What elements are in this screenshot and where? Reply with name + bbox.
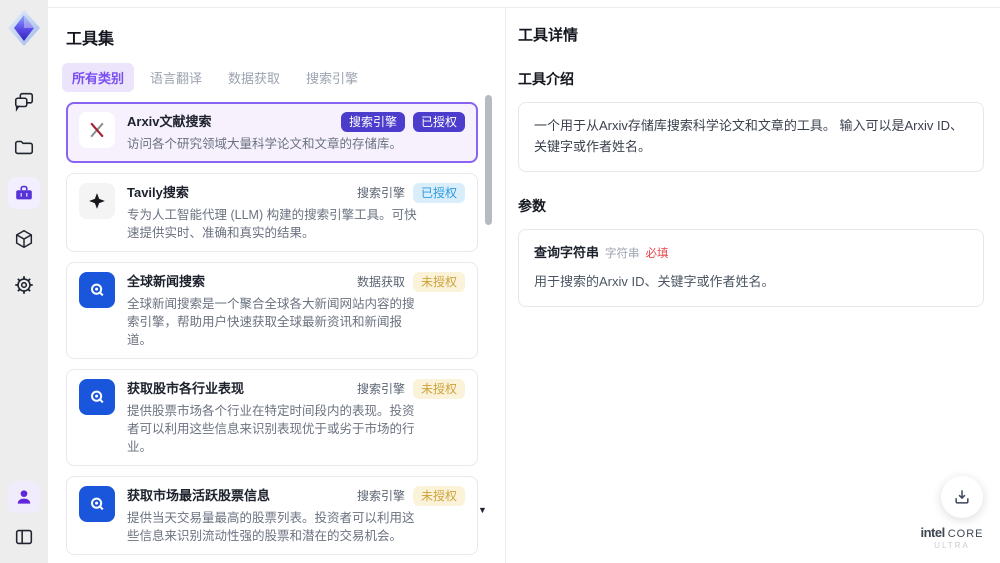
sidebar-item-files[interactable] xyxy=(8,131,40,163)
tool-name: Arxiv文献搜索 xyxy=(127,114,212,129)
category-badge: 搜索引擎 xyxy=(356,489,405,503)
intro-heading: 工具介绍 xyxy=(518,71,574,87)
brand-core-text: CORE xyxy=(947,527,984,540)
params-heading: 参数 xyxy=(518,197,546,214)
cube-icon xyxy=(13,228,35,250)
tool-description: 访问各个研究领域大量科学论文和文章的存储库。 xyxy=(127,137,403,151)
page-title: 工具集 xyxy=(66,31,115,48)
download-icon xyxy=(952,487,972,507)
tool-card-arxiv[interactable]: Arxiv文献搜索 搜索引擎 已授权 访问各个研究领域大量科学论文和文章的存储库… xyxy=(66,102,478,163)
auth-status-badge: 已授权 xyxy=(412,183,465,203)
tool-card-global-news[interactable]: 全球新闻搜索 数据获取 未授权 全球新闻搜索是一个聚合全球各大新闻网站内容的搜索… xyxy=(66,262,478,359)
category-badge: 搜索引擎 xyxy=(340,112,405,132)
tool-card-sector-performance[interactable]: 获取股市各行业表现 搜索引擎 未授权 提供股票市场各个行业在特定时间段内的表现。… xyxy=(66,369,478,466)
auth-status-badge: 未授权 xyxy=(412,486,465,506)
intel-core-logo: intel CORE ULTRA xyxy=(916,524,988,551)
tool-card-list: Arxiv文献搜索 搜索引擎 已授权 访问各个研究领域大量科学论文和文章的存储库… xyxy=(66,102,478,563)
tool-description: 提供当天交易量最高的股票列表。投资者可以利用这些信息来识别流动性强的股票和潜在的… xyxy=(127,511,415,543)
param-type: 字符串 xyxy=(605,247,640,260)
param-box: 查询字符串 字符串 必填 用于搜索的Arxiv ID、关键字或作者姓名。 xyxy=(518,228,984,308)
tab-language-translation[interactable]: 语言翻译 xyxy=(140,63,212,92)
tool-name: 获取市场最活跃股票信息 xyxy=(127,488,271,503)
sidebar-item-chat[interactable] xyxy=(8,85,40,117)
tavily-star-icon xyxy=(79,183,115,219)
panel-toggle-icon xyxy=(13,526,35,548)
sidebar-item-panel-toggle[interactable] xyxy=(8,521,40,553)
sidebar-item-user[interactable] xyxy=(8,481,40,513)
auth-status-badge: 未授权 xyxy=(412,272,465,292)
category-badge: 搜索引擎 xyxy=(356,186,405,200)
tab-all-categories[interactable]: 所有类别 xyxy=(62,63,135,92)
sidebar-item-settings[interactable] xyxy=(8,269,40,301)
toolbox-icon xyxy=(13,182,35,204)
gear-icon xyxy=(13,274,35,296)
search-app-icon xyxy=(79,486,115,522)
tool-card-tavily[interactable]: Tavily搜索 搜索引擎 已授权 专为人工智能代理 (LLM) 构建的搜索引擎… xyxy=(66,173,478,252)
folder-icon xyxy=(13,136,35,158)
param-required-badge: 必填 xyxy=(645,247,669,260)
chat-icon xyxy=(13,90,35,112)
scroll-down-arrow-icon[interactable]: ▼ xyxy=(478,505,487,515)
arxiv-logo-icon xyxy=(79,112,115,148)
category-badge: 搜索引擎 xyxy=(356,382,405,396)
auth-status-badge: 未授权 xyxy=(412,379,465,399)
param-name: 查询字符串 xyxy=(534,244,600,260)
param-description: 用于搜索的Arxiv ID、关键字或作者姓名。 xyxy=(534,274,775,290)
tool-description: 提供股票市场各个行业在特定时间段内的表现。投资者可以利用这些信息来识别表现优于或… xyxy=(127,404,415,454)
user-icon xyxy=(14,487,34,507)
brand-sub-text: ULTRA xyxy=(934,541,970,551)
tool-card-active-stocks[interactable]: 获取市场最活跃股票信息 搜索引擎 未授权 提供当天交易量最高的股票列表。投资者可… xyxy=(66,476,478,555)
download-button[interactable] xyxy=(941,476,983,518)
tool-detail-panel: 工具详情 工具介绍 一个用于从Arxiv存储库搜索科学论文和文章的工具。 输入可… xyxy=(505,8,1000,563)
tool-name: 获取股市各行业表现 xyxy=(127,381,245,396)
tool-list-panel: 工具集 所有类别 语言翻译 数据获取 搜索引擎 Arxiv文献搜索 搜索引擎 已… xyxy=(48,8,504,563)
search-app-icon xyxy=(79,379,115,415)
search-app-icon xyxy=(79,272,115,308)
tool-description: 专为人工智能代理 (LLM) 构建的搜索引擎工具。可快速提供实时、准确和真实的结… xyxy=(127,208,417,240)
list-scrollbar-thumb[interactable] xyxy=(485,95,492,225)
intro-box: 一个用于从Arxiv存储库搜索科学论文和文章的工具。 输入可以是Arxiv ID… xyxy=(518,102,984,172)
detail-title: 工具详情 xyxy=(518,27,579,44)
sidebar-item-toolbox[interactable] xyxy=(8,177,40,209)
tab-data-acquisition[interactable]: 数据获取 xyxy=(218,63,290,92)
tool-description: 全球新闻搜索是一个聚合全球各大新闻网站内容的搜索引擎，帮助用户快速获取全球最新资… xyxy=(127,297,415,347)
auth-status-badge: 已授权 xyxy=(412,112,465,132)
intro-text: 一个用于从Arxiv存储库搜索科学论文和文章的工具。 输入可以是Arxiv ID… xyxy=(534,118,964,154)
app-logo-icon xyxy=(7,9,41,47)
tool-name: 全球新闻搜索 xyxy=(127,274,206,289)
tab-search-engine[interactable]: 搜索引擎 xyxy=(296,63,368,92)
brand-intel-text: intel xyxy=(920,524,945,540)
sidebar xyxy=(0,0,48,563)
category-tabs: 所有类别 语言翻译 数据获取 搜索引擎 xyxy=(62,63,504,92)
category-badge: 数据获取 xyxy=(356,275,405,289)
tool-name: Tavily搜索 xyxy=(127,185,189,200)
sidebar-item-models[interactable] xyxy=(8,223,40,255)
